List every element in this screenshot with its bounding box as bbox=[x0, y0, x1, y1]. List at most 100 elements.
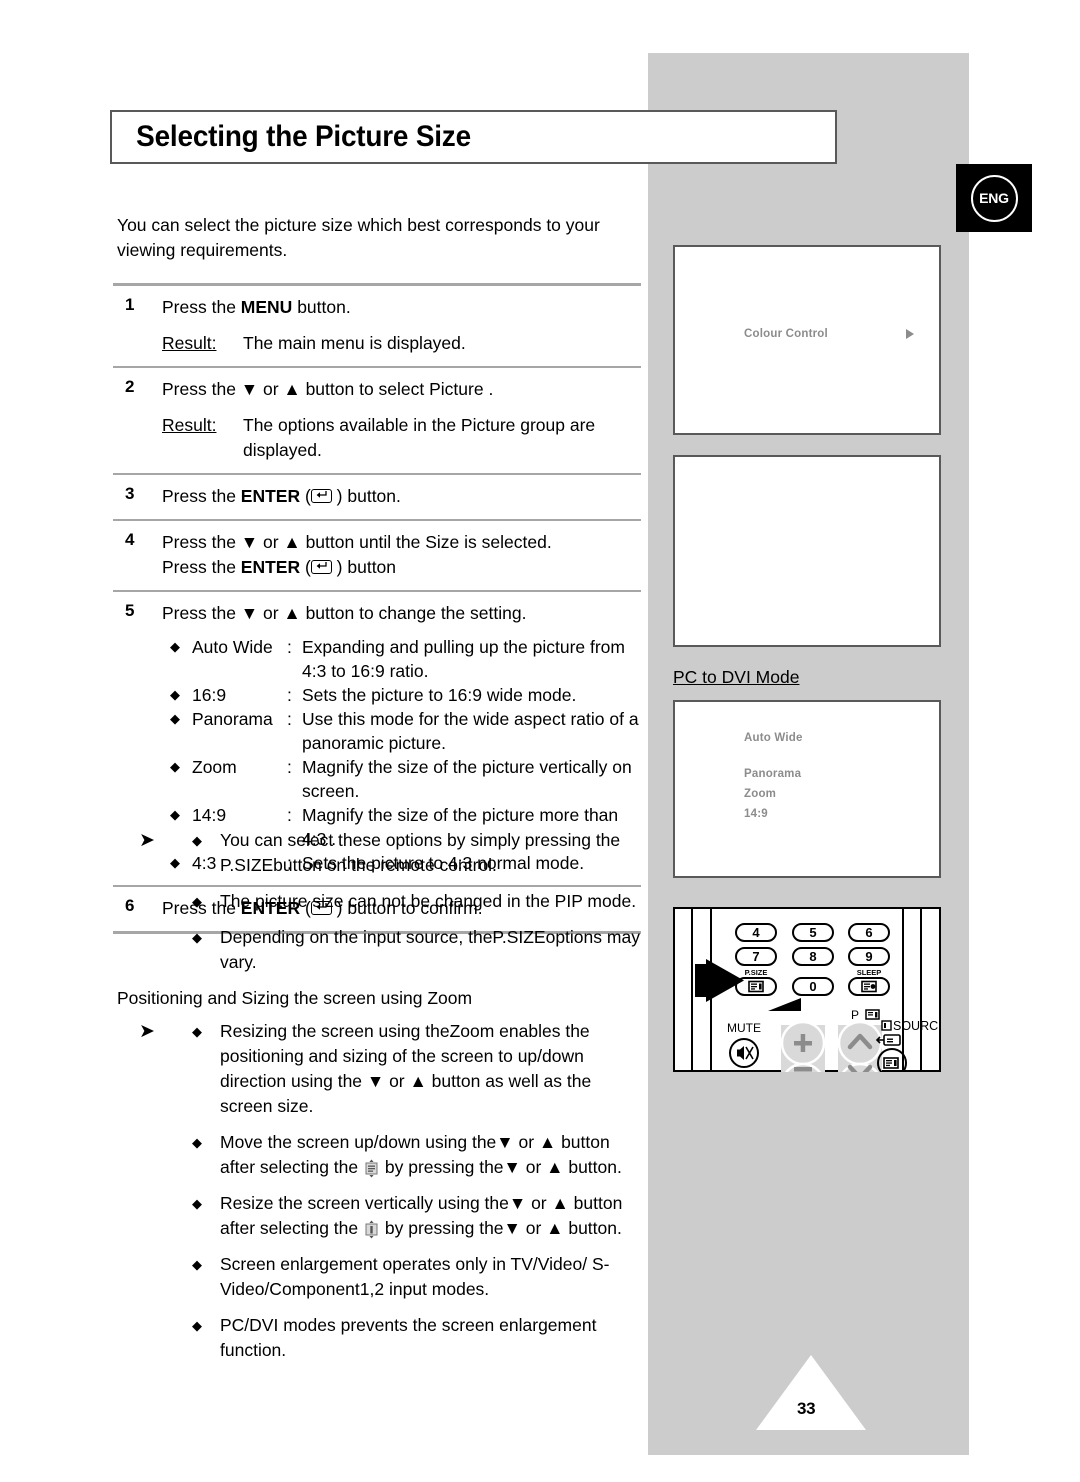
osd-screen-blank bbox=[673, 455, 941, 647]
step-text-line1: Press the ▼ or ▲ button until the Size i… bbox=[162, 532, 552, 552]
note-text: Resize the screen vertically using the▼ … bbox=[220, 1191, 647, 1241]
note-arrow-icon: ➤ bbox=[139, 830, 155, 851]
note-items: ◆ You can select these options by simply… bbox=[192, 828, 647, 986]
step-text: Press the ▼ or ▲ button to change the se… bbox=[162, 603, 527, 623]
resize-vertical-icon bbox=[363, 1220, 380, 1239]
note-item: ◆ Resizing the screen using theZoom enab… bbox=[192, 1019, 647, 1119]
remote-sleep-label: SLEEP bbox=[857, 968, 882, 977]
step-text-post: ) button bbox=[331, 557, 397, 577]
diamond-bullet-icon: ◆ bbox=[192, 894, 202, 909]
size-option-desc: Expanding and pulling up the picture fro… bbox=[302, 637, 625, 681]
colon-separator: : bbox=[287, 757, 292, 777]
osd-item-zoom: Zoom bbox=[744, 788, 777, 800]
note-text: Depending on the input source, theP.SIZE… bbox=[220, 927, 640, 972]
step-1: 1 Press the MENU button. Result: The mai… bbox=[113, 286, 641, 366]
size-option-name: Panorama bbox=[192, 709, 273, 729]
note-item: ◆ You can select these options by simply… bbox=[192, 828, 647, 878]
step-body: Press the MENU button. Result: The main … bbox=[162, 295, 641, 356]
osd-item-14-9: 14:9 bbox=[744, 808, 768, 820]
note-item: ◆ The picture size can not be changed in… bbox=[192, 889, 647, 914]
size-option-row: ◆ Zoom : Magnify the size of the picture… bbox=[162, 755, 641, 803]
result-row: Result: The options available in the Pic… bbox=[162, 413, 641, 463]
size-option-row: ◆ 16:9 : Sets the picture to 16:9 wide m… bbox=[162, 683, 641, 707]
size-option-row: ◆ Panorama : Use this mode for the wide … bbox=[162, 707, 641, 755]
move-position-icon bbox=[363, 1159, 380, 1178]
size-option-desc: Sets the picture to 16:9 wide mode. bbox=[302, 685, 577, 705]
diamond-bullet-icon: ◆ bbox=[192, 1135, 202, 1150]
diamond-bullet-icon: ◆ bbox=[192, 833, 202, 848]
remote-control-illustration: 4 5 6 7 8 9 P.SIZE SLEEP 0 MUTE P SOURC bbox=[673, 907, 946, 1108]
osd-screen-picture-size: Auto Wide Panorama Zoom 14:9 bbox=[673, 700, 941, 878]
step-text-pre: Press the bbox=[162, 297, 241, 317]
enter-button-name: ENTER bbox=[240, 486, 301, 506]
osd-screen-colour-control: Colour Control bbox=[673, 245, 941, 435]
remote-key-8: 8 bbox=[809, 949, 816, 964]
colon-separator: : bbox=[287, 709, 292, 729]
diamond-bullet-icon: ◆ bbox=[192, 1024, 202, 1039]
note-text: You can select these options by simply p… bbox=[220, 830, 621, 875]
step-body: Press the ▼ or ▲ button until the Size i… bbox=[162, 530, 641, 580]
step-text-post: button. bbox=[292, 297, 351, 317]
remote-channel-label: P bbox=[851, 1008, 859, 1022]
note-text: PC/DVI modes prevents the screen enlarge… bbox=[220, 1315, 597, 1360]
zoom-section-heading: Positioning and Sizing the screen using … bbox=[117, 988, 473, 1008]
remote-psize-label: P.SIZE bbox=[745, 968, 768, 977]
note-item: ◆ Screen enlargement operates only in TV… bbox=[192, 1252, 647, 1302]
diamond-bullet-icon: ◆ bbox=[192, 930, 202, 945]
step-3: 3 Press the ENTER ( ) button. bbox=[113, 475, 641, 519]
size-option-row: ◆ Auto Wide : Expanding and pulling up t… bbox=[162, 635, 641, 683]
step-text-pre: Press the bbox=[162, 486, 241, 506]
note-item: ◆ Move the screen up/down using the▼ or … bbox=[192, 1130, 647, 1180]
colon-separator: : bbox=[287, 637, 292, 657]
step-text: Press the ▼ or ▲ button to select Pictur… bbox=[162, 379, 494, 399]
pc-to-dvi-mode-label: PC to DVI Mode bbox=[673, 667, 800, 687]
size-option-name: Auto Wide bbox=[192, 637, 273, 657]
page-title-box: Selecting the Picture Size bbox=[110, 110, 837, 164]
step-number: 2 bbox=[125, 377, 135, 396]
note-item: ◆ PC/DVI modes prevents the screen enlar… bbox=[192, 1313, 647, 1363]
page-title: Selecting the Picture Size bbox=[136, 120, 471, 153]
note-text-tail: by pressing the▼ or ▲ button. bbox=[380, 1218, 622, 1238]
page-number: 33 bbox=[797, 1399, 816, 1418]
diamond-bullet-icon: ◆ bbox=[170, 759, 180, 774]
step-text-pre: Press the bbox=[162, 557, 241, 577]
diamond-bullet-icon: ◆ bbox=[192, 1196, 202, 1211]
note-text: Screen enlargement operates only in TV/V… bbox=[220, 1254, 610, 1299]
chevron-right-icon bbox=[906, 329, 914, 339]
size-option-desc: Use this mode for the wide aspect ratio … bbox=[302, 709, 639, 753]
minus-icon bbox=[794, 1067, 812, 1072]
remote-key-0: 0 bbox=[809, 979, 816, 994]
intro-paragraph: You can select the picture size which be… bbox=[117, 215, 600, 260]
notes-section: ➤ ◆ You can select these options by simp… bbox=[117, 828, 647, 986]
note-item: ◆ Resize the screen vertically using the… bbox=[192, 1191, 647, 1241]
language-badge: ENG bbox=[956, 164, 1032, 232]
step-number: 4 bbox=[125, 530, 135, 549]
zoom-notes-section: ➤ ◆ Resizing the screen using theZoom en… bbox=[117, 1019, 647, 1374]
step-4: 4 Press the ▼ or ▲ button until the Size… bbox=[113, 521, 641, 590]
step-body: Press the ENTER ( ) button. bbox=[162, 486, 401, 506]
diamond-bullet-icon: ◆ bbox=[192, 1318, 202, 1333]
remote-key-5: 5 bbox=[809, 925, 816, 940]
size-option-name: Zoom bbox=[192, 757, 237, 777]
step-number: 3 bbox=[125, 484, 135, 503]
diamond-bullet-icon: ◆ bbox=[170, 639, 180, 654]
diamond-bullet-icon: ◆ bbox=[170, 711, 180, 726]
enter-key-icon bbox=[310, 489, 332, 503]
size-option-name: 16:9 bbox=[192, 685, 227, 705]
note-text: The picture size can not be changed in t… bbox=[220, 891, 637, 911]
note-items: ◆ Resizing the screen using theZoom enab… bbox=[192, 1019, 647, 1374]
note-arrow-icon: ➤ bbox=[139, 1021, 155, 1042]
note-text: Move the screen up/down using the▼ or ▲ … bbox=[220, 1130, 647, 1180]
remote-mute-label: MUTE bbox=[727, 1021, 761, 1035]
result-label: Result: bbox=[162, 415, 217, 435]
remote-key-9: 9 bbox=[865, 949, 872, 964]
step-number: 1 bbox=[125, 295, 135, 314]
size-option-desc: Magnify the size of the picture vertical… bbox=[302, 757, 632, 801]
note-item: ◆ Depending on the input source, theP.SI… bbox=[192, 925, 647, 975]
result-text: The main menu is displayed. bbox=[243, 333, 466, 353]
osd-item-auto-wide: Auto Wide bbox=[744, 732, 803, 744]
step-text-post: ) button. bbox=[331, 486, 401, 506]
language-badge-label: ENG bbox=[970, 174, 1018, 222]
menu-button-name: MENU bbox=[240, 297, 293, 317]
remote-key-7: 7 bbox=[752, 949, 759, 964]
